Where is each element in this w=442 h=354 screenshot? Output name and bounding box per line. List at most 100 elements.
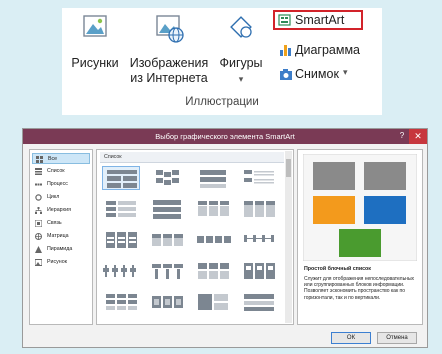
matrix-icon — [35, 233, 42, 240]
thumbnail-shape — [244, 170, 252, 174]
layout-thumbnail[interactable] — [148, 290, 186, 314]
category-item-list[interactable]: Список — [32, 166, 90, 177]
relationship-icon — [35, 220, 42, 227]
thumbnail-shape — [200, 170, 226, 175]
thumbnail-shape — [197, 236, 204, 243]
chart-button[interactable]: Диаграмма — [275, 42, 380, 60]
process-icon — [35, 183, 42, 186]
thumbnail-shape — [121, 268, 127, 272]
thumbnail-shape — [152, 264, 161, 268]
layout-gallery: Список — [96, 149, 294, 325]
shapes-dropdown-icon: ▾ — [238, 74, 244, 84]
online-pictures-button[interactable]: Изображения из Интернета — [128, 12, 210, 86]
category-item-all[interactable]: Все — [32, 153, 90, 164]
layout-thumbnail-icon — [244, 294, 274, 311]
thumbnail-shape — [198, 271, 207, 279]
layout-thumbnail-icon — [106, 294, 137, 310]
category-item-picture[interactable]: Рисунок — [32, 257, 90, 268]
category-item-cycle[interactable]: Цикл — [32, 192, 90, 203]
help-button[interactable]: ? — [397, 131, 407, 142]
layout-thumbnail[interactable] — [240, 290, 278, 314]
layout-thumbnail-icon — [198, 263, 229, 279]
layout-thumbnail[interactable] — [102, 197, 140, 221]
layout-thumbnail[interactable] — [240, 259, 278, 283]
category-item-pyramid[interactable]: Пирамида — [32, 244, 90, 255]
category-item-process[interactable]: Процесс — [32, 179, 90, 190]
thumbnail-shape — [118, 201, 136, 205]
layout-thumbnail[interactable] — [194, 197, 232, 221]
layout-thumbnail[interactable] — [194, 228, 232, 252]
thumbnail-shape — [244, 178, 252, 182]
thumbnail-shape — [164, 172, 171, 177]
chart-label: Диаграмма — [295, 43, 361, 57]
chart-icon — [280, 45, 291, 56]
thumbnail-shape — [246, 266, 251, 270]
layout-thumbnail-icon — [156, 170, 179, 185]
layout-thumbnail[interactable] — [240, 197, 278, 221]
category-label: Цикл — [47, 194, 60, 200]
layout-thumbnail[interactable] — [194, 259, 232, 283]
shapes-button[interactable]: Фигуры ▾ — [212, 12, 270, 86]
thumbnail-shape — [118, 237, 125, 239]
thumbnail-shape — [153, 200, 181, 205]
layout-thumbnail[interactable] — [240, 166, 278, 190]
thumbnail-shape — [255, 201, 264, 205]
category-label: Процесс — [47, 181, 68, 187]
category-item-matrix[interactable]: Матрица — [32, 231, 90, 242]
thumbnail-shape — [220, 206, 229, 216]
thumbnail-shape — [253, 235, 256, 242]
thumbnail-shape — [128, 294, 137, 298]
layout-thumbnail[interactable] — [102, 166, 140, 190]
thumbnail-shape — [220, 201, 229, 205]
screenshot-button[interactable]: Снимок ▾ — [275, 66, 380, 84]
ok-button[interactable]: ОК — [331, 332, 371, 344]
thumbnail-shape — [117, 306, 126, 310]
dialog-titlebar[interactable]: Выбор графического элемента SmartArt ? ✕ — [23, 129, 427, 144]
thumbnail-shape — [244, 263, 253, 279]
layout-thumbnail-icon — [152, 234, 183, 246]
layout-thumbnail[interactable] — [102, 259, 140, 283]
thumbnail-shape — [214, 294, 228, 301]
shapes-icon — [230, 16, 252, 38]
layout-thumbnail-icon — [244, 170, 274, 184]
gallery-header: Список — [100, 152, 284, 163]
thumbnail-shape — [174, 234, 183, 238]
smartart-button[interactable]: SmartArt — [273, 10, 363, 30]
thumbnail-shape — [154, 299, 159, 305]
layout-thumbnail-icon — [152, 264, 183, 279]
layout-thumbnail[interactable] — [102, 228, 140, 252]
layout-thumbnail[interactable] — [194, 166, 232, 190]
scrollbar-thumb[interactable] — [286, 159, 291, 177]
thumbnail-shape — [117, 300, 126, 304]
category-label: Иерархия — [47, 207, 72, 213]
thumbnail-shape — [198, 201, 207, 205]
cancel-button[interactable]: Отмена — [377, 332, 417, 344]
thumbnail-shape — [254, 182, 274, 184]
category-list: Все Список Процесс Цикл Иерархия Связь М… — [29, 149, 93, 325]
thumbnail-shape — [255, 263, 264, 279]
thumbnail-shape — [262, 235, 265, 242]
layout-thumbnail[interactable] — [102, 290, 140, 314]
thumbnail-shape — [128, 232, 137, 248]
layout-thumbnail[interactable] — [148, 166, 186, 190]
thumbnail-shape — [156, 170, 163, 175]
layout-thumbnail[interactable] — [240, 228, 278, 252]
thumbnail-shape — [215, 236, 222, 243]
thumbnail-shape — [209, 271, 218, 279]
smartart-dialog: Выбор графического элемента SmartArt ? ✕… — [22, 128, 428, 348]
category-item-hierarchy[interactable]: Иерархия — [32, 205, 90, 216]
close-button[interactable]: ✕ — [409, 129, 427, 144]
thumbnail-shape — [224, 236, 231, 243]
pictures-button[interactable]: Рисунки — [66, 12, 124, 86]
layout-thumbnail[interactable] — [148, 228, 186, 252]
thumbnail-shape — [209, 201, 218, 205]
layout-thumbnail-icon — [244, 263, 275, 279]
preview-block-gray-1 — [313, 162, 355, 190]
gallery-scrollbar[interactable] — [285, 151, 292, 323]
layout-thumbnail[interactable] — [194, 290, 232, 314]
category-item-relationship[interactable]: Связь — [32, 218, 90, 229]
layout-thumbnail[interactable] — [148, 259, 186, 283]
thumbnail-shape — [129, 237, 136, 239]
layout-thumbnail[interactable] — [148, 197, 186, 221]
thumbnail-shape — [118, 213, 136, 217]
